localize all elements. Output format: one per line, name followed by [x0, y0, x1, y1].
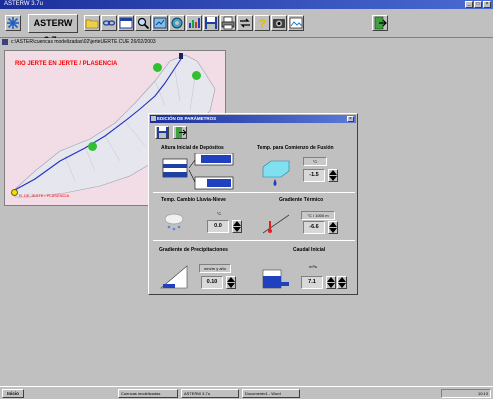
print-icon[interactable] [220, 15, 236, 31]
melt-temp-value[interactable]: -1.5 [303, 169, 325, 182]
melt-temp-spinner[interactable] [328, 169, 338, 182]
settings-icon[interactable] [169, 15, 185, 31]
window-controls: _ □ × [465, 1, 491, 8]
water-tank-icon [262, 269, 289, 289]
section-title-precip-gradient: Gradiente de Precipitaciones [159, 247, 228, 253]
thermal-gradient-spinner[interactable] [328, 221, 338, 234]
thermometer-slope-icon [262, 214, 290, 234]
initial-flow-unit: m³/s [309, 264, 317, 269]
snow-cloud-icon [164, 213, 184, 231]
section-title-rain-snow: Temp. Cambio Lluvia-Nieve [161, 197, 226, 203]
help-icon[interactable]: ? [254, 15, 270, 31]
dialog-close-button[interactable]: × [347, 116, 354, 122]
precip-gradient-unit: mm/m y año [199, 264, 231, 273]
taskbar: Inicio Cuencas modelizadas ASTERW 3.7u D… [0, 386, 493, 399]
rain-snow-value[interactable]: 0.0 [207, 220, 229, 233]
taskbar-item[interactable]: Documento1 - Word [242, 389, 300, 398]
section-title-initial-flow: Caudal Inicial [293, 247, 326, 253]
transfer-icon[interactable] [237, 15, 253, 31]
map-title: RIO JERTE EN JERTE / PLASENCIA [15, 61, 118, 67]
snowflake-icon[interactable] [5, 15, 21, 31]
section-divider [153, 192, 355, 193]
initial-flow-spinner-a[interactable] [326, 276, 336, 289]
precip-slope-icon [160, 265, 188, 289]
dialog-title-bar: EDICIÓN DE PARÁMETROS × [150, 115, 356, 123]
section-title-initial-deposits: Altura Inicial de Depósitos [161, 145, 224, 151]
section-title-thermal-gradient: Gradiente Térmico [279, 197, 324, 203]
path-bar: c:\ASTER\cuencas modelizadas\02\jerteUER… [0, 38, 493, 47]
initial-flow-spinner-b[interactable] [337, 276, 347, 289]
open-folder-icon[interactable] [84, 15, 100, 31]
save-icon[interactable] [203, 15, 219, 31]
toolbar: ASTERW 3.7u ? [0, 9, 493, 45]
window-icon[interactable] [118, 15, 134, 31]
initial-flow-value[interactable]: 7.1 [301, 276, 323, 289]
precip-gradient-value[interactable]: 0.10 [201, 276, 223, 289]
image-icon[interactable] [288, 15, 304, 31]
parameters-dialog: EDICIÓN DE PARÁMETROS × Altura Inicial d… [148, 113, 358, 295]
exit-icon[interactable] [372, 15, 388, 31]
precip-gradient-spinner[interactable] [226, 276, 236, 289]
section-title-melt-temp: Temp. para Comienzo de Fusión [257, 145, 334, 151]
dialog-title: EDICIÓN DE PARÁMETROS [157, 116, 217, 121]
station-marker[interactable] [153, 63, 162, 72]
outlet-marker[interactable] [11, 189, 18, 196]
minimize-button[interactable]: _ [465, 1, 473, 8]
maximize-button[interactable]: □ [474, 1, 482, 8]
system-tray-clock: 10:13 [441, 389, 491, 398]
ice-block-icon [262, 160, 290, 186]
dialog-save-button[interactable] [155, 126, 169, 139]
thermal-gradient-unit: °C / 1000 m [301, 211, 335, 220]
title-bar: ASTERW 3.7u _ □ × [0, 0, 493, 9]
rain-snow-unit: °C [216, 211, 222, 216]
chart-icon[interactable] [186, 15, 202, 31]
thermal-gradient-value[interactable]: -6.6 [303, 221, 325, 234]
source-marker[interactable] [179, 53, 183, 59]
file-icon [2, 39, 8, 45]
search-icon[interactable] [135, 15, 151, 31]
taskbar-item[interactable]: ASTERW 3.7u [181, 389, 239, 398]
start-button[interactable]: Inicio [2, 389, 24, 398]
station-marker[interactable] [88, 142, 97, 151]
deposits-icon [162, 153, 234, 190]
file-path: c:\ASTER\cuencas modelizadas\02\jerteUER… [11, 39, 156, 45]
section-divider [153, 240, 355, 241]
svg-text:?: ? [258, 16, 266, 30]
rain-snow-spinner[interactable] [232, 220, 242, 233]
outlet-label: R. DE JERTE / PLASENCIA [19, 193, 70, 198]
close-window-button[interactable]: × [483, 1, 491, 8]
link-icon[interactable] [101, 15, 117, 31]
dialog-icon [151, 116, 156, 121]
camera-icon[interactable] [271, 15, 287, 31]
taskbar-item[interactable]: Cuencas modelizadas [118, 389, 178, 398]
app-name-label: ASTERW 3.7u [28, 14, 78, 45]
window-title: ASTERW 3.7u [4, 1, 43, 7]
station-marker[interactable] [192, 71, 201, 80]
dialog-exit-button[interactable] [173, 126, 187, 139]
melt-temp-unit: °C [303, 157, 327, 166]
map-view-icon[interactable] [152, 15, 168, 31]
